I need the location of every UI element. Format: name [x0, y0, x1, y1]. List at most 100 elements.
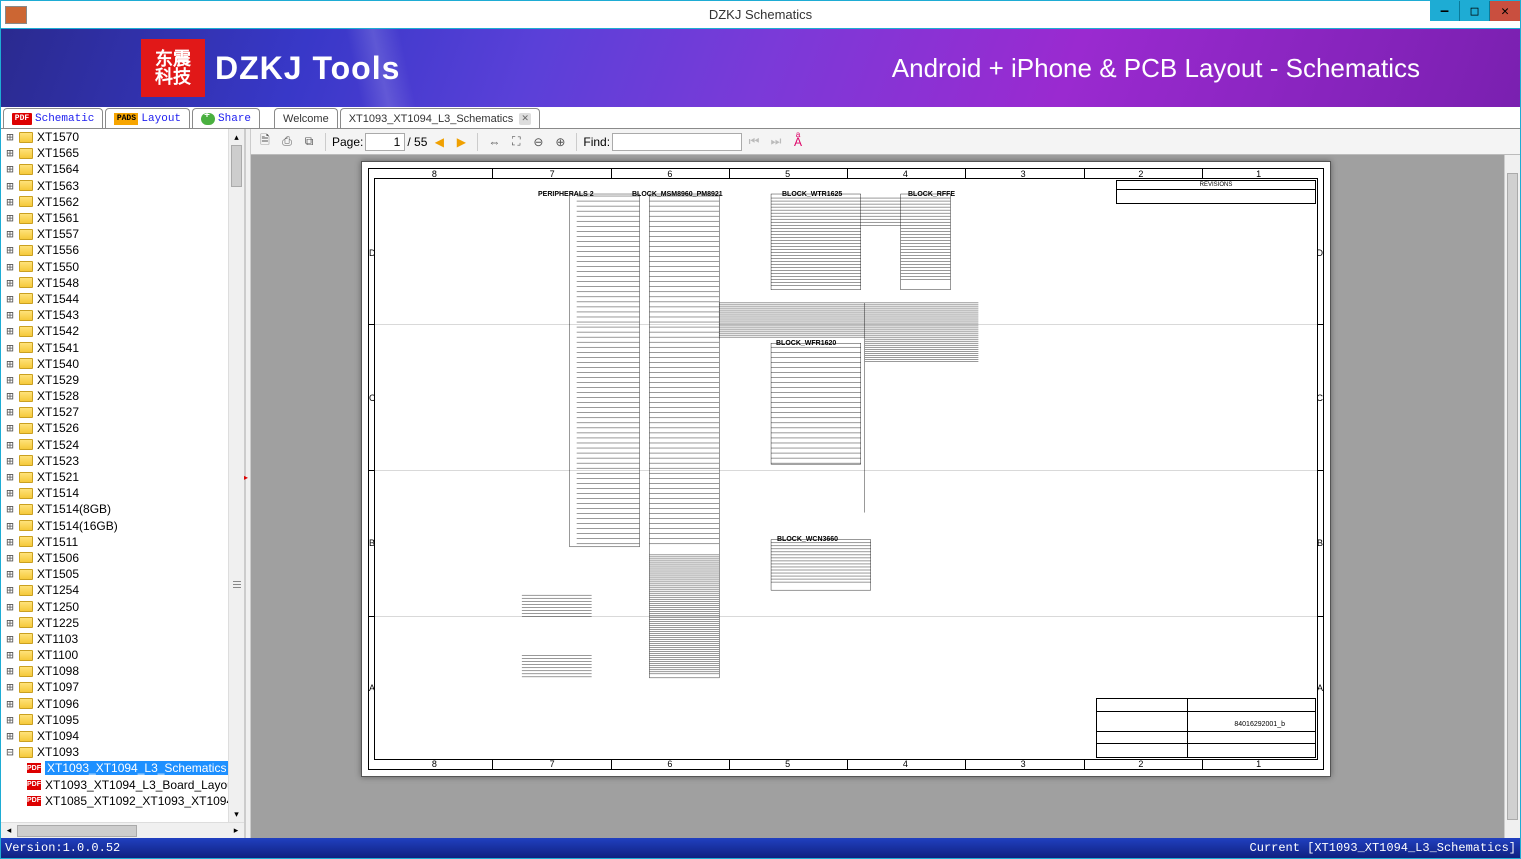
scroll-thumb[interactable]	[231, 145, 242, 187]
tree-folder[interactable]: ⊞XT1511	[1, 534, 228, 550]
tree-folder[interactable]: ⊞XT1514(8GB)	[1, 501, 228, 517]
expander-icon[interactable]: ⊟	[5, 745, 15, 759]
tree-folder[interactable]: ⊞XT1528	[1, 388, 228, 404]
expander-icon[interactable]: ⊞	[5, 470, 15, 484]
tree-file[interactable]: PDFXT1085_XT1092_XT1093_XT1094_XT1	[1, 793, 228, 809]
expander-icon[interactable]: ⊞	[5, 389, 15, 403]
minimize-button[interactable]: —	[1430, 1, 1460, 21]
expander-icon[interactable]: ⊞	[5, 421, 15, 435]
fit-width-icon[interactable]: ⇔	[484, 132, 504, 152]
tree-folder[interactable]: ⊞XT1562	[1, 194, 228, 210]
close-button[interactable]: ✕	[1490, 1, 1520, 21]
scroll-thumb-h[interactable]	[17, 825, 137, 837]
tree-file[interactable]: PDFXT1093_XT1094_L3_Board_Layout	[1, 777, 228, 793]
scroll-left-icon[interactable]: ◂	[1, 823, 17, 838]
tree-file[interactable]: PDFXT1093_XT1094_L3_Schematics	[1, 760, 228, 776]
tree-folder[interactable]: ⊞XT1565	[1, 145, 228, 161]
tree-horizontal-scrollbar[interactable]: ◂ ▸	[1, 822, 244, 838]
expander-icon[interactable]: ⊞	[5, 373, 15, 387]
tab-share[interactable]: Share	[192, 108, 260, 128]
expander-icon[interactable]: ⊞	[5, 567, 15, 581]
tab-close-icon[interactable]: ✕	[519, 113, 531, 125]
tree-folder[interactable]: ⊞XT1556	[1, 242, 228, 258]
tree-folder[interactable]: ⊞XT1098	[1, 663, 228, 679]
expander-icon[interactable]: ⊞	[5, 486, 15, 500]
expander-icon[interactable]: ⊞	[5, 324, 15, 338]
tab-layout[interactable]: PADS Layout	[105, 108, 190, 128]
expander-icon[interactable]: ⊞	[5, 438, 15, 452]
expander-icon[interactable]: ⊞	[5, 292, 15, 306]
scroll-up-icon[interactable]: ▴	[229, 129, 244, 145]
expander-icon[interactable]: ⊞	[5, 276, 15, 290]
scroll-down-icon[interactable]: ▾	[229, 806, 244, 822]
fit-page-icon[interactable]: ⛶	[506, 132, 526, 152]
print-icon[interactable]: ⎙	[277, 132, 297, 152]
tree-folder[interactable]: ⊞XT1526	[1, 420, 228, 436]
tree-folder[interactable]: ⊞XT1563	[1, 178, 228, 194]
expander-icon[interactable]: ⊞	[5, 227, 15, 241]
tree-folder[interactable]: ⊞XT1550	[1, 259, 228, 275]
canvas[interactable]: 8877665544332211DDCCBBAA PERIPHERALS 2 B…	[251, 155, 1520, 838]
expander-icon[interactable]: ⊞	[5, 680, 15, 694]
find-options-icon[interactable]: Aͣ	[788, 132, 808, 152]
tree-folder[interactable]: ⊞XT1103	[1, 631, 228, 647]
page-number-input[interactable]	[365, 133, 405, 151]
tree-folder[interactable]: ⊞XT1540	[1, 356, 228, 372]
expander-icon[interactable]: ⊞	[5, 551, 15, 565]
tree-folder[interactable]: ⊞XT1254	[1, 582, 228, 598]
expander-icon[interactable]: ⊞	[5, 697, 15, 711]
tab-schematic[interactable]: PDF Schematic	[3, 108, 103, 128]
expander-icon[interactable]: ⊞	[5, 179, 15, 193]
expander-icon[interactable]: ⊞	[5, 308, 15, 322]
tree-folder[interactable]: ⊞XT1094	[1, 728, 228, 744]
tree-folder[interactable]: ⊞XT1527	[1, 404, 228, 420]
expander-icon[interactable]: ⊞	[5, 130, 15, 144]
expander-icon[interactable]: ⊞	[5, 600, 15, 614]
tree-folder[interactable]: ⊞XT1557	[1, 226, 228, 242]
expander-icon[interactable]: ⊞	[5, 632, 15, 646]
expander-icon[interactable]: ⊞	[5, 519, 15, 533]
tree-folder[interactable]: ⊞XT1097	[1, 679, 228, 695]
tree-folder[interactable]: ⊞XT1095	[1, 712, 228, 728]
doc-tab-active[interactable]: XT1093_XT1094_L3_Schematics ✕	[340, 108, 541, 128]
zoom-in-icon[interactable]: ⊕	[550, 132, 570, 152]
expander-icon[interactable]: ⊞	[5, 535, 15, 549]
expander-icon[interactable]: ⊞	[5, 405, 15, 419]
tree-folder[interactable]: ⊞XT1521	[1, 469, 228, 485]
tree-folder[interactable]: ⊞XT1524	[1, 437, 228, 453]
zoom-out-icon[interactable]: ⊖	[528, 132, 548, 152]
expander-icon[interactable]: ⊞	[5, 195, 15, 209]
expander-icon[interactable]: ⊞	[5, 664, 15, 678]
expander-icon[interactable]: ⊞	[5, 146, 15, 160]
tree-folder[interactable]: ⊞XT1542	[1, 323, 228, 339]
tree-folder[interactable]: ⊟XT1093	[1, 744, 228, 760]
expander-icon[interactable]: ⊞	[5, 454, 15, 468]
tree-folder[interactable]: ⊞XT1225	[1, 615, 228, 631]
find-prev-icon[interactable]: ⏮	[744, 132, 764, 152]
expander-icon[interactable]: ⊞	[5, 583, 15, 597]
tree-folder[interactable]: ⊞XT1250	[1, 598, 228, 614]
expander-icon[interactable]: ⊞	[5, 357, 15, 371]
tree-folder[interactable]: ⊞XT1096	[1, 696, 228, 712]
expander-icon[interactable]: ⊞	[5, 211, 15, 225]
find-input[interactable]	[612, 133, 742, 151]
expander-icon[interactable]: ⊞	[5, 648, 15, 662]
expander-icon[interactable]: ⊞	[5, 729, 15, 743]
canvas-scroll-thumb[interactable]	[1507, 173, 1518, 820]
find-next-icon[interactable]: ⏭	[766, 132, 786, 152]
expander-icon[interactable]: ⊞	[5, 243, 15, 257]
tree-folder[interactable]: ⊞XT1514(16GB)	[1, 518, 228, 534]
canvas-vertical-scrollbar[interactable]	[1504, 155, 1520, 838]
expander-icon[interactable]: ⊞	[5, 260, 15, 274]
tree-folder[interactable]: ⊞XT1541	[1, 339, 228, 355]
tree-folder[interactable]: ⊞XT1529	[1, 372, 228, 388]
scroll-right-icon[interactable]: ▸	[228, 823, 244, 838]
save-icon[interactable]: 🗎	[255, 132, 275, 152]
tree-folder[interactable]: ⊞XT1514	[1, 485, 228, 501]
tree-folder[interactable]: ⊞XT1523	[1, 453, 228, 469]
expander-icon[interactable]: ⊞	[5, 162, 15, 176]
doc-tab-welcome[interactable]: Welcome	[274, 108, 338, 128]
maximize-button[interactable]: □	[1460, 1, 1490, 21]
expander-icon[interactable]: ⊞	[5, 502, 15, 516]
tree-folder[interactable]: ⊞XT1570	[1, 129, 228, 145]
